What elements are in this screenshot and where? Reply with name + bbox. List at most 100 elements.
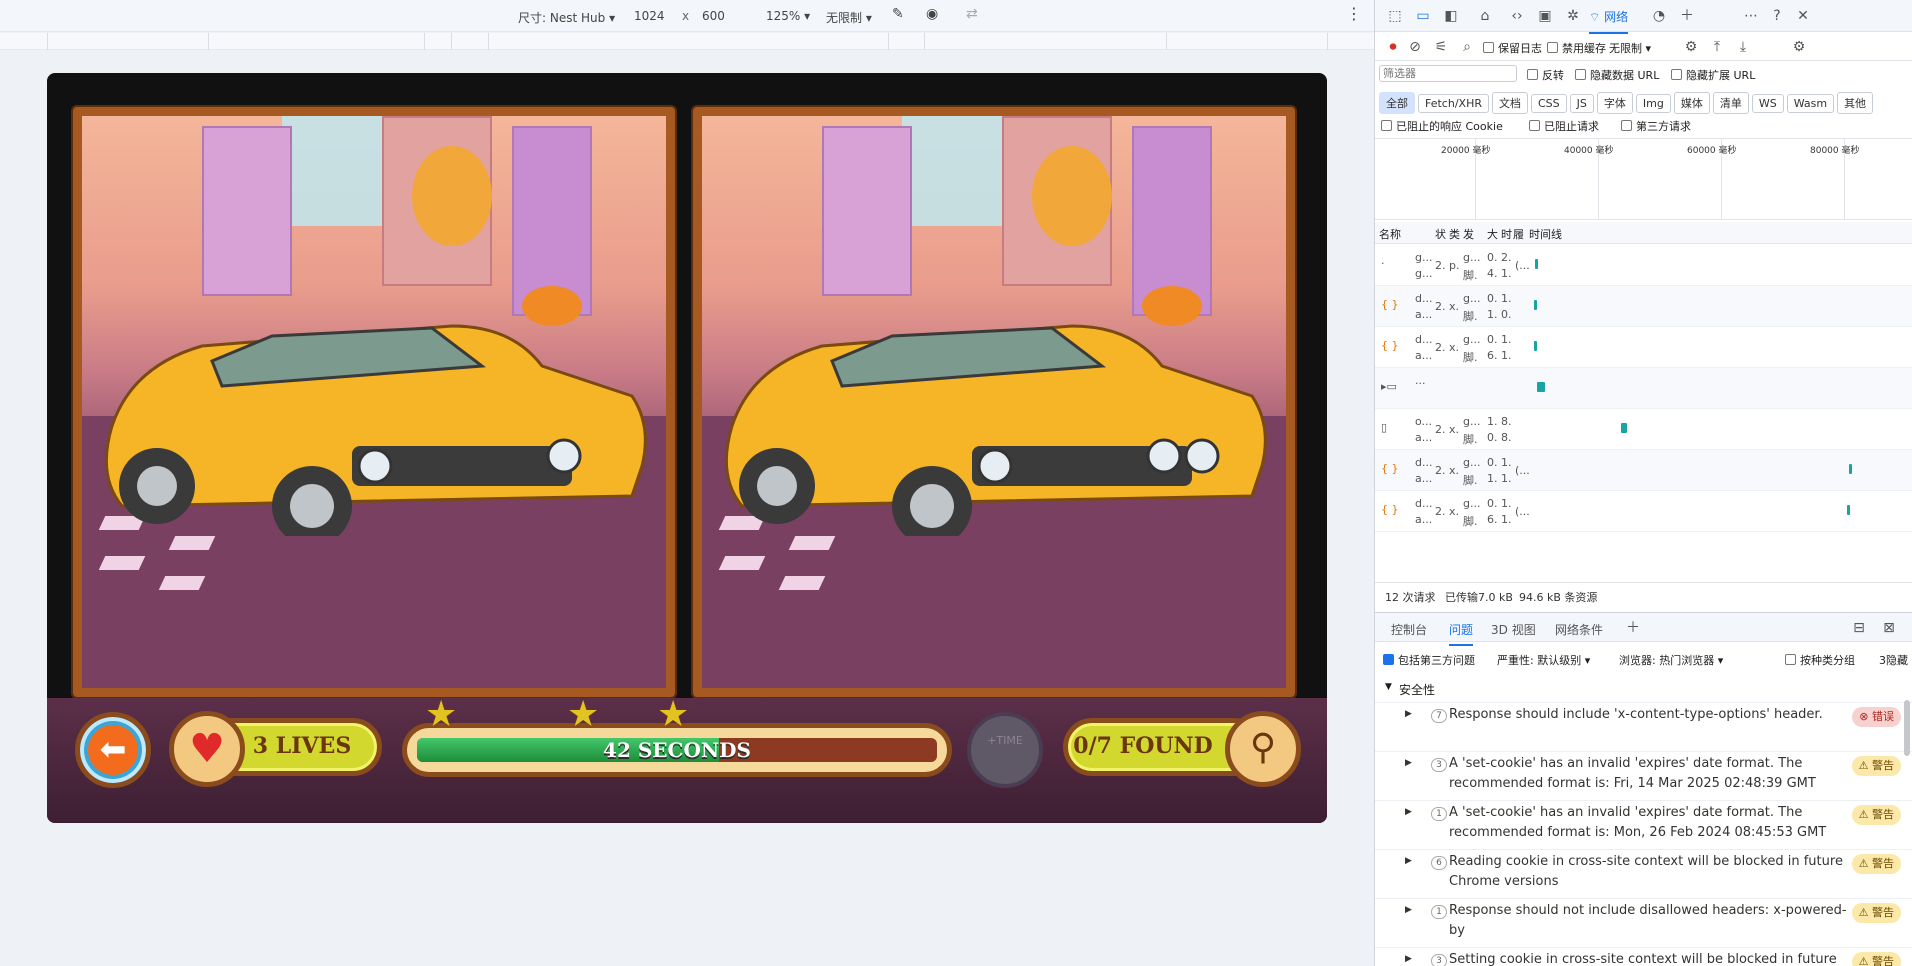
invert-checkbox[interactable]: 反转 — [1527, 67, 1564, 83]
add-drawer-tab-icon[interactable]: ＋ — [1625, 620, 1641, 636]
request-row[interactable]: { } d... a... 2. x. g... 脚. 0. 1. 1. 1. (... — [1375, 450, 1912, 491]
column-header[interactable]: 时间线 — [1529, 226, 1562, 242]
third-party-checkbox[interactable]: 第三方请求 — [1621, 118, 1691, 134]
dock-drawer-icon[interactable]: ⊟ — [1851, 620, 1867, 636]
bug-icon[interactable]: ✲ — [1565, 8, 1581, 24]
type-filter-button[interactable]: Wasm — [1786, 94, 1835, 113]
help-icon[interactable]: ? — [1769, 8, 1785, 24]
issues-scrollbar[interactable] — [1904, 700, 1910, 756]
network-summary: 12 次请求 已传输7.0 kB 94.6 kB 条资源 — [1375, 582, 1912, 606]
close-icon[interactable]: ✕ — [1795, 8, 1811, 24]
hide-extension-urls-checkbox[interactable]: 隐藏扩展 URL — [1671, 67, 1755, 83]
settings-gear-icon[interactable]: ⚙ — [1791, 39, 1807, 55]
tab-issues[interactable]: 问题 — [1449, 621, 1474, 646]
issue-item[interactable]: ▶ 1 A 'set-cookie' has an invalid 'expires… — [1375, 800, 1912, 849]
rotate-icon[interactable]: ⇄ — [966, 6, 978, 22]
column-header[interactable]: 状 — [1435, 226, 1446, 242]
column-header[interactable]: 大 — [1487, 226, 1498, 242]
tab-console[interactable]: 控制台 — [1391, 621, 1427, 638]
type-filter-button[interactable]: 字体 — [1596, 92, 1633, 114]
type-filter-button[interactable]: 媒体 — [1673, 92, 1710, 114]
autumn-tree-icon — [412, 146, 492, 246]
column-header[interactable]: 时 — [1501, 226, 1512, 242]
device-select[interactable]: 尺寸: Nest Hub ▾ — [518, 9, 615, 26]
browser-select[interactable]: 浏览器: 热门浏览器 ▾ — [1619, 652, 1723, 668]
request-row[interactable]: ▸▭... — [1375, 368, 1912, 409]
tab-network-conditions[interactable]: 网络条件 — [1555, 621, 1603, 638]
record-icon[interactable]: ⏺ — [1385, 39, 1401, 55]
issue-item[interactable]: ▶ 3 A 'set-cookie' has an invalid 'expires… — [1375, 751, 1912, 800]
blocked-requests-checkbox[interactable]: 已阻止请求 — [1529, 118, 1599, 134]
filter-icon[interactable]: ⚟ — [1433, 39, 1449, 55]
type-filter-button[interactable]: JS — [1569, 94, 1594, 113]
hide-data-urls-checkbox[interactable]: 隐藏数据 URL — [1575, 67, 1659, 83]
type-filter-button[interactable]: Fetch/XHR — [1418, 94, 1489, 113]
type-filter-button[interactable]: 文档 — [1491, 92, 1528, 114]
request-cell: 0. — [1487, 497, 1498, 510]
request-row[interactable]: { } d... a... 2. x. g... 脚. 0. 6. 1. 1. — [1375, 327, 1912, 368]
more-icon[interactable]: ⋯ — [1743, 8, 1759, 24]
search-icon[interactable]: ⌕ — [1459, 39, 1475, 55]
timeline-tick-label: 60000 毫秒 — [1687, 146, 1737, 156]
back-button[interactable]: ⬅ — [75, 712, 151, 788]
import-har-icon[interactable]: ⤒ — [1709, 39, 1725, 55]
blocked-cookies-checkbox[interactable]: 已阻止的响应 Cookie — [1381, 118, 1503, 134]
inspect-icon[interactable]: ⬚ — [1387, 8, 1403, 24]
type-filter-button[interactable]: 全部 — [1379, 92, 1415, 114]
issue-item[interactable]: ▶ 1 Response should not include disallowed… — [1375, 898, 1912, 947]
request-cell: d... — [1415, 333, 1433, 346]
width-input[interactable]: 1024 — [634, 9, 665, 23]
tab-network[interactable]: ⌔ 网络 — [1589, 8, 1629, 34]
column-header[interactable]: 履 — [1513, 226, 1524, 242]
performance-icon[interactable]: ◔ — [1651, 8, 1667, 24]
issue-item[interactable]: ▶ 6 Reading cookie in cross-site context w… — [1375, 849, 1912, 898]
filter-input[interactable] — [1379, 65, 1517, 82]
issue-category-security[interactable]: ▼ 安全性 — [1375, 678, 1912, 700]
disable-cache-checkbox[interactable]: 禁用缓存 — [1547, 40, 1606, 56]
column-header[interactable]: 发 — [1463, 226, 1474, 242]
network-overview[interactable]: 20000 毫秒 40000 毫秒 60000 毫秒 80000 毫秒 — [1375, 138, 1912, 220]
add-tab-icon[interactable]: ＋ — [1679, 8, 1695, 24]
home-icon[interactable]: ⌂ — [1477, 8, 1493, 24]
issue-item[interactable]: ▶ 7 Response should include 'x-content-typ… — [1375, 702, 1912, 751]
wifi-settings-icon[interactable]: ⚙ — [1683, 39, 1699, 55]
close-drawer-icon[interactable]: ⊠ — [1881, 620, 1897, 636]
network-throttle-select[interactable]: 无限制 ▾ — [1609, 40, 1651, 56]
hidden-issues-count[interactable]: 3隐藏 — [1879, 652, 1908, 668]
export-har-icon[interactable]: ⤓ — [1735, 39, 1751, 55]
device-toggle-icon[interactable]: ▭ — [1415, 8, 1431, 24]
severity-select[interactable]: 严重性: 默认级别 ▾ — [1497, 652, 1590, 668]
request-row[interactable]: · g... g... 2. p. g... 脚. 0. 4. 2. 1. (... — [1375, 245, 1912, 286]
preserve-log-checkbox[interactable]: 保留日志 — [1483, 40, 1542, 56]
type-filter-button[interactable]: 其他 — [1837, 92, 1874, 114]
height-input[interactable]: 600 — [702, 9, 725, 23]
type-filter-button[interactable]: Img — [1635, 94, 1671, 113]
request-cell: x. — [1449, 505, 1460, 518]
column-header[interactable]: 类 — [1449, 226, 1460, 242]
right-picture-panel[interactable] — [693, 107, 1295, 697]
request-row[interactable]: { } d... a... 2. x. g... 脚. 0. 1. 1. 0. — [1375, 286, 1912, 327]
tab-3d-view[interactable]: 3D 视图 — [1491, 621, 1536, 638]
request-row[interactable]: { } d... a... 2. x. g... 脚. 0. 6. 1. 1. (... — [1375, 491, 1912, 532]
magnifier-hint-icon[interactable]: ⚲ — [1225, 711, 1301, 787]
clear-icon[interactable]: ⊘ — [1407, 39, 1423, 55]
type-filter-button[interactable]: WS — [1751, 94, 1784, 113]
throttle-select[interactable]: 无限制 ▾ — [826, 9, 872, 26]
left-picture-panel[interactable] — [73, 107, 675, 697]
issue-item[interactable]: ▶ 3 Setting cookie in cross-site context w… — [1375, 947, 1912, 966]
elements-icon[interactable]: ‹› — [1509, 8, 1525, 24]
include-third-party-checkbox[interactable]: 包括第三方问题 — [1383, 652, 1475, 668]
eye-icon[interactable]: ◉ — [926, 6, 938, 22]
more-options-icon[interactable]: ⋮ — [1346, 4, 1362, 23]
dock-icon[interactable]: ◧ — [1443, 8, 1459, 24]
type-filter-button[interactable]: CSS — [1530, 94, 1567, 113]
type-filter-button[interactable]: 清单 — [1712, 92, 1749, 114]
zoom-select[interactable]: 125% ▾ — [766, 9, 810, 23]
group-by-kind-checkbox[interactable]: 按种类分组 — [1785, 652, 1855, 668]
console-icon[interactable]: ▣ — [1537, 8, 1553, 24]
column-header[interactable]: 名称 — [1379, 226, 1401, 242]
request-row[interactable]: ▯ o... a... 2. x. g... 脚. 1. 0. 8. 8. — [1375, 409, 1912, 450]
time-bonus-button[interactable]: +TIME — [967, 712, 1043, 788]
eyedropper-icon[interactable]: ✎ — [892, 6, 904, 22]
request-cell: g... — [1463, 497, 1481, 510]
